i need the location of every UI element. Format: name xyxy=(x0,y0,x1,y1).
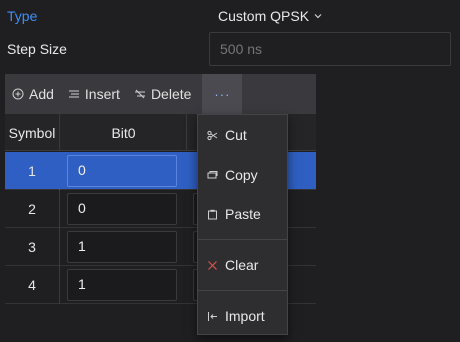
menu-separator xyxy=(198,239,287,240)
paste-label: Paste xyxy=(225,206,261,222)
menu-item-paste[interactable]: Paste xyxy=(198,199,287,229)
menu-item-cut[interactable]: Cut xyxy=(198,120,287,150)
type-dropdown[interactable]: Custom QPSK xyxy=(218,8,322,24)
symbol-cell: 4 xyxy=(5,266,60,304)
insert-label: Insert xyxy=(84,86,120,102)
step-size-label: Step Size xyxy=(7,41,67,57)
insert-rows-icon xyxy=(68,90,79,98)
more-options-button[interactable]: ··· xyxy=(202,74,243,114)
insert-button[interactable]: Insert xyxy=(61,74,127,114)
symbol-cell: 2 xyxy=(5,190,60,228)
copy-icon xyxy=(207,170,218,178)
cut-label: Cut xyxy=(225,127,247,143)
menu-item-copy[interactable]: Copy xyxy=(198,160,287,190)
plus-circle-icon xyxy=(12,88,24,100)
context-menu: Cut Copy Paste Clear Import xyxy=(197,114,288,335)
add-button[interactable]: Add xyxy=(5,74,61,114)
type-value: Custom QPSK xyxy=(218,8,310,24)
delete-button[interactable]: Delete xyxy=(127,74,198,114)
delete-label: Delete xyxy=(150,86,192,102)
bit0-input[interactable]: 0 xyxy=(67,155,177,187)
import-label: Import xyxy=(225,308,265,324)
import-icon xyxy=(208,311,217,321)
paste-icon xyxy=(208,209,217,219)
clear-x-icon xyxy=(208,260,217,270)
scissors-icon xyxy=(207,130,218,140)
clear-label: Clear xyxy=(225,257,259,273)
menu-item-import[interactable]: Import xyxy=(198,301,287,331)
column-header-bit0: Bit0 xyxy=(61,114,187,151)
copy-label: Copy xyxy=(225,167,258,183)
step-size-input[interactable] xyxy=(209,32,451,66)
table-toolbar: Add Insert Delete ··· xyxy=(5,74,316,114)
type-label: Type xyxy=(7,8,38,24)
bit0-input[interactable]: 1 xyxy=(67,231,177,263)
menu-separator xyxy=(198,290,287,291)
bit0-input[interactable]: 0 xyxy=(67,193,177,225)
symbol-cell: 1 xyxy=(5,152,60,190)
delete-rows-icon xyxy=(134,89,145,99)
chevron-down-icon xyxy=(314,14,322,19)
add-label: Add xyxy=(29,86,54,102)
menu-item-clear[interactable]: Clear xyxy=(198,250,287,280)
column-header-symbol: Symbol xyxy=(5,114,60,151)
bit0-input[interactable]: 1 xyxy=(67,269,177,301)
symbol-cell: 3 xyxy=(5,228,60,266)
